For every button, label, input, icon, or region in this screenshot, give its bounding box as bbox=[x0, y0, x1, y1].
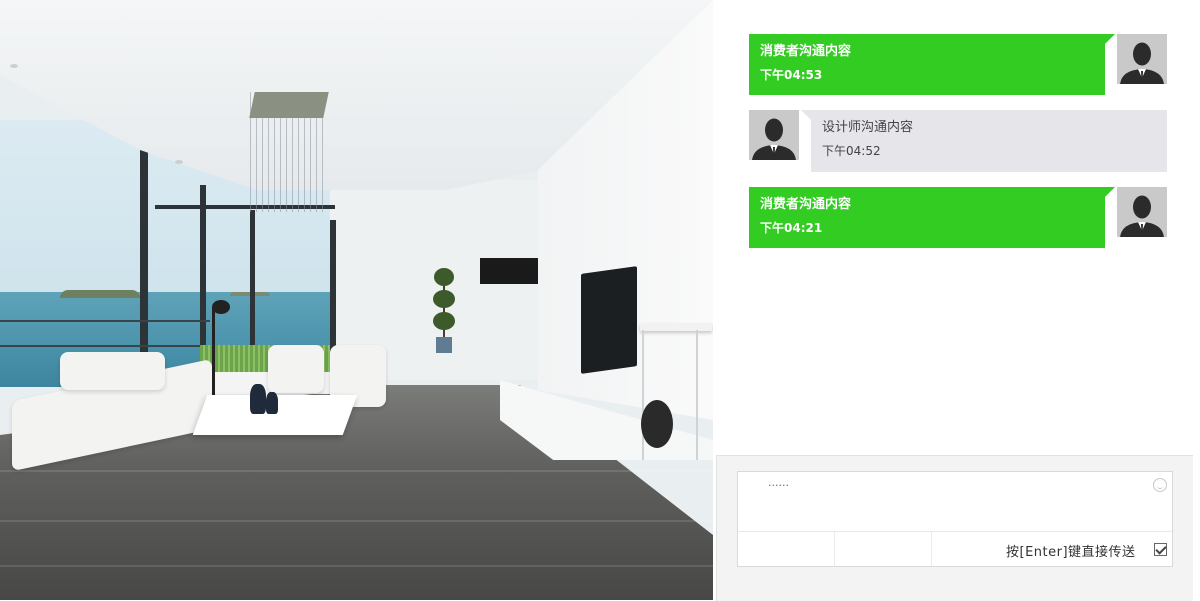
shelf-leg bbox=[696, 330, 698, 460]
message-text: 消费者沟通内容 bbox=[760, 197, 852, 212]
avatar-silhouette-icon bbox=[752, 118, 796, 160]
message-bubble-consumer: 消费者沟通内容 下午04:53 bbox=[749, 34, 1115, 95]
floor-plank bbox=[0, 470, 713, 472]
balcony-rail bbox=[0, 345, 210, 347]
downlight bbox=[10, 64, 18, 68]
floor-lamp-head bbox=[212, 300, 230, 314]
armchair bbox=[268, 345, 324, 393]
avatar-silhouette-icon bbox=[1120, 195, 1164, 237]
toolbar-separator bbox=[931, 532, 932, 566]
balcony-rail bbox=[0, 320, 210, 322]
floor-plank bbox=[0, 520, 713, 522]
island bbox=[60, 290, 140, 298]
interior-photo bbox=[0, 0, 713, 600]
floor-lamp-pole bbox=[212, 308, 215, 408]
topiary-ball-2 bbox=[433, 290, 455, 308]
composer-box: 按[Enter]键直接传送 bbox=[737, 471, 1173, 567]
toolbar-separator bbox=[834, 532, 835, 566]
send-on-enter-checkbox[interactable] bbox=[1154, 543, 1167, 556]
topiary-ball-3 bbox=[433, 312, 455, 330]
composer-divider bbox=[738, 531, 1172, 532]
message-time: 下午04:21 bbox=[760, 221, 823, 235]
topiary-ball-1 bbox=[434, 268, 454, 286]
smiley-emoji-icon[interactable] bbox=[1153, 478, 1167, 492]
send-on-enter-label: 按[Enter]键直接传送 bbox=[1006, 545, 1136, 560]
shelf-leg bbox=[642, 330, 644, 460]
vase bbox=[250, 384, 266, 414]
message-text: 设计师沟通内容 bbox=[822, 120, 914, 135]
message-text: 消费者沟通内容 bbox=[760, 44, 852, 59]
avatar-designer[interactable] bbox=[749, 110, 799, 160]
chandelier-canopy bbox=[249, 92, 329, 118]
message-input[interactable] bbox=[768, 476, 1148, 526]
floor-plank bbox=[0, 565, 713, 567]
message-bubble-designer: 设计师沟通内容 下午04:52 bbox=[801, 110, 1167, 172]
vase bbox=[266, 392, 278, 414]
avatar-silhouette-icon bbox=[1120, 42, 1164, 84]
topiary-trunk bbox=[443, 280, 445, 340]
downlight bbox=[175, 160, 183, 164]
window-mullion bbox=[250, 210, 255, 360]
plant-pot bbox=[436, 337, 452, 353]
avatar-consumer[interactable] bbox=[1117, 187, 1167, 237]
record-player bbox=[641, 400, 673, 448]
message-time: 下午04:52 bbox=[822, 144, 881, 158]
avatar-consumer[interactable] bbox=[1117, 34, 1167, 84]
sofa-cushions bbox=[60, 352, 165, 390]
message-time: 下午04:53 bbox=[760, 68, 823, 82]
wall-tv bbox=[581, 266, 637, 374]
message-bubble-consumer: 消费者沟通内容 下午04:21 bbox=[749, 187, 1115, 248]
wall-art bbox=[480, 258, 538, 284]
side-shelf bbox=[640, 323, 712, 331]
